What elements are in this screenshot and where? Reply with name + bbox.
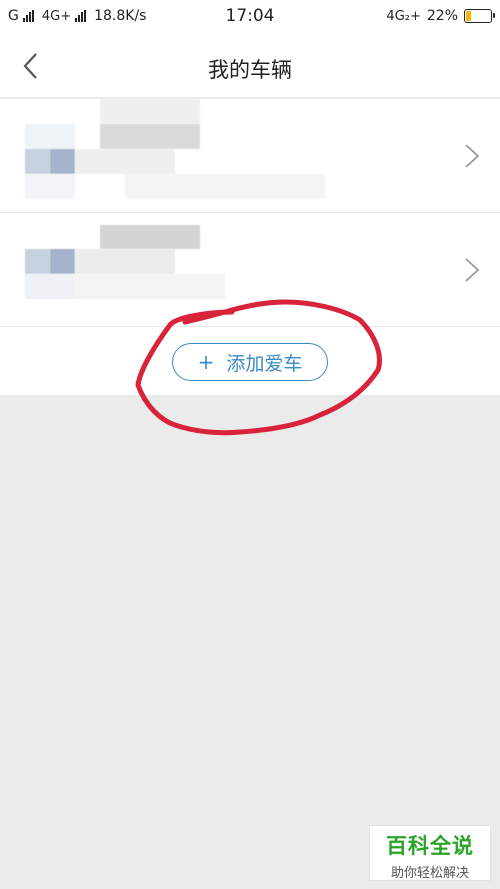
plus-icon: + <box>197 350 215 374</box>
nav-bar: 我的车辆 <box>0 34 500 98</box>
page-title: 我的车辆 <box>208 58 292 82</box>
watermark-logo: 百科全说 助你轻松解决 <box>369 825 491 881</box>
network-label: 4G+ <box>41 8 72 24</box>
add-vehicle-section: + 添加爱车 <box>0 327 500 395</box>
status-left: G 4G+ 18.8K/s <box>8 8 146 24</box>
battery-fill <box>466 11 471 21</box>
status-right: 4G₂+ 22% <box>386 8 495 24</box>
signal-icon-2 <box>75 10 87 22</box>
add-vehicle-button[interactable]: + 添加爱车 <box>172 343 328 381</box>
chevron-right-icon <box>465 144 480 168</box>
status-bar: G 4G+ 18.8K/s 17:04 4G₂+ 22% <box>0 0 500 34</box>
vehicle-row-1[interactable] <box>0 99 500 213</box>
battery-percent: 22% <box>426 8 458 24</box>
vehicle-row-2[interactable] <box>0 213 500 327</box>
network-label-right: 4G₂+ <box>386 8 421 24</box>
network-speed: 18.8K/s <box>94 8 147 24</box>
chevron-right-icon <box>465 258 480 282</box>
signal-icon <box>22 10 34 22</box>
watermark-title: 百科全说 <box>386 834 474 858</box>
add-vehicle-label: 添加爱车 <box>226 352 303 375</box>
watermark-subtitle: 助你轻松解决 <box>390 866 469 881</box>
battery-icon <box>464 9 495 23</box>
carrier-label: G <box>8 8 19 24</box>
vehicle-list: + 添加爱车 <box>0 99 500 395</box>
